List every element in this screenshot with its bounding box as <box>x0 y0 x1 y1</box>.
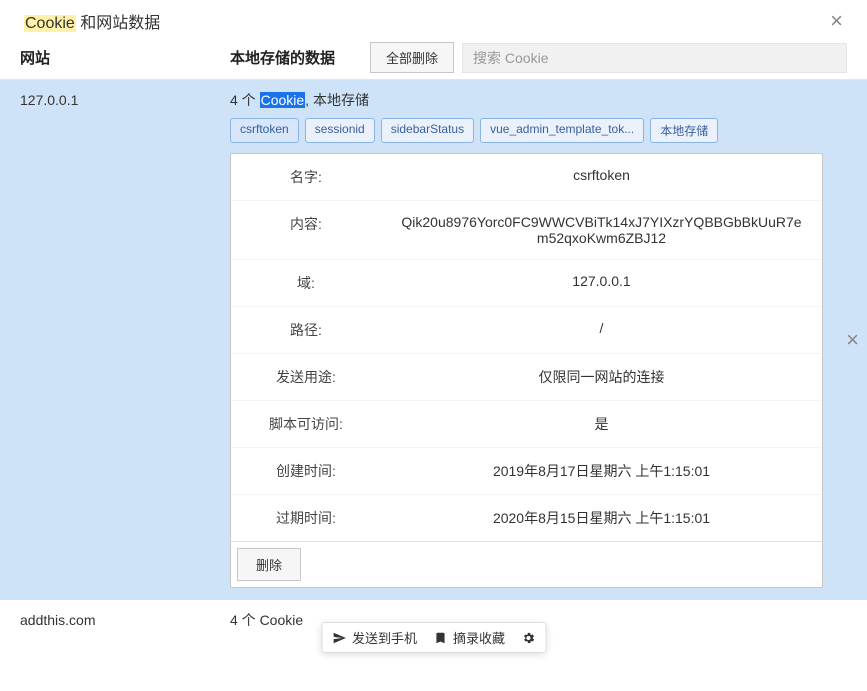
bookmark-icon <box>433 631 447 645</box>
col-data-header: 本地存储的数据 <box>230 47 370 68</box>
chip-vue-admin-token[interactable]: vue_admin_template_tok... <box>480 118 644 143</box>
floating-toolbar: 发送到手机 摘录收藏 <box>321 622 546 653</box>
cookie-list[interactable]: 127.0.0.1 4 个 Cookie, 本地存储 csrftoken ses… <box>0 80 867 640</box>
field-created-label: 创建时间: <box>231 461 381 481</box>
field-path-label: 路径: <box>231 320 381 340</box>
delete-cookie-button[interactable]: 删除 <box>237 548 301 581</box>
row-site: addthis.com <box>20 610 230 628</box>
chip-localstorage[interactable]: 本地存储 <box>650 118 718 143</box>
title-rest: 和网站数据 <box>76 15 160 32</box>
field-script-value: 是 <box>381 414 822 434</box>
collect-button[interactable]: 摘录收藏 <box>433 628 505 647</box>
field-content-label: 内容: <box>231 214 381 246</box>
field-send-value: 仅限同一网站的连接 <box>381 367 822 387</box>
field-path-value: / <box>381 320 822 340</box>
row-remove-icon[interactable]: × <box>846 327 859 353</box>
delete-all-button[interactable]: 全部删除 <box>370 42 454 73</box>
send-icon <box>332 631 346 645</box>
table-header: 网站 本地存储的数据 全部删除 <box>0 42 867 80</box>
field-name-label: 名字: <box>231 167 381 187</box>
close-icon[interactable]: × <box>830 8 843 34</box>
cookie-detail-panel: 名字:csrftoken 内容:Qik20u8976Yorc0FC9WWCVBi… <box>230 153 823 588</box>
send-to-phone-button[interactable]: 发送到手机 <box>332 628 417 647</box>
col-site-header: 网站 <box>20 47 230 68</box>
chip-sidebarstatus[interactable]: sidebarStatus <box>381 118 474 143</box>
summary-highlight: Cookie <box>260 92 306 108</box>
table-row[interactable]: 127.0.0.1 4 个 Cookie, 本地存储 csrftoken ses… <box>0 80 867 600</box>
title-highlight: Cookie <box>24 15 76 32</box>
gear-icon <box>521 631 535 645</box>
chip-list: csrftoken sessionid sidebarStatus vue_ad… <box>230 118 823 143</box>
search-input[interactable] <box>462 43 847 73</box>
dialog-title: Cookie 和网站数据 <box>24 9 160 33</box>
field-script-label: 脚本可访问: <box>231 414 381 434</box>
field-content-value: Qik20u8976Yorc0FC9WWCVBiTk14xJ7YIXzrYQBB… <box>381 214 822 246</box>
settings-button[interactable] <box>521 631 535 645</box>
field-expires-label: 过期时间: <box>231 508 381 528</box>
row-site: 127.0.0.1 <box>20 90 230 108</box>
field-domain-value: 127.0.0.1 <box>381 273 822 293</box>
field-expires-value: 2020年8月15日星期六 上午1:15:01 <box>381 508 822 528</box>
field-send-label: 发送用途: <box>231 367 381 387</box>
field-domain-label: 域: <box>231 273 381 293</box>
field-name-value: csrftoken <box>381 167 822 187</box>
chip-sessionid[interactable]: sessionid <box>305 118 375 143</box>
field-created-value: 2019年8月17日星期六 上午1:15:01 <box>381 461 822 481</box>
row-summary: 4 个 Cookie, 本地存储 <box>230 90 823 110</box>
chip-csrftoken[interactable]: csrftoken <box>230 118 299 143</box>
